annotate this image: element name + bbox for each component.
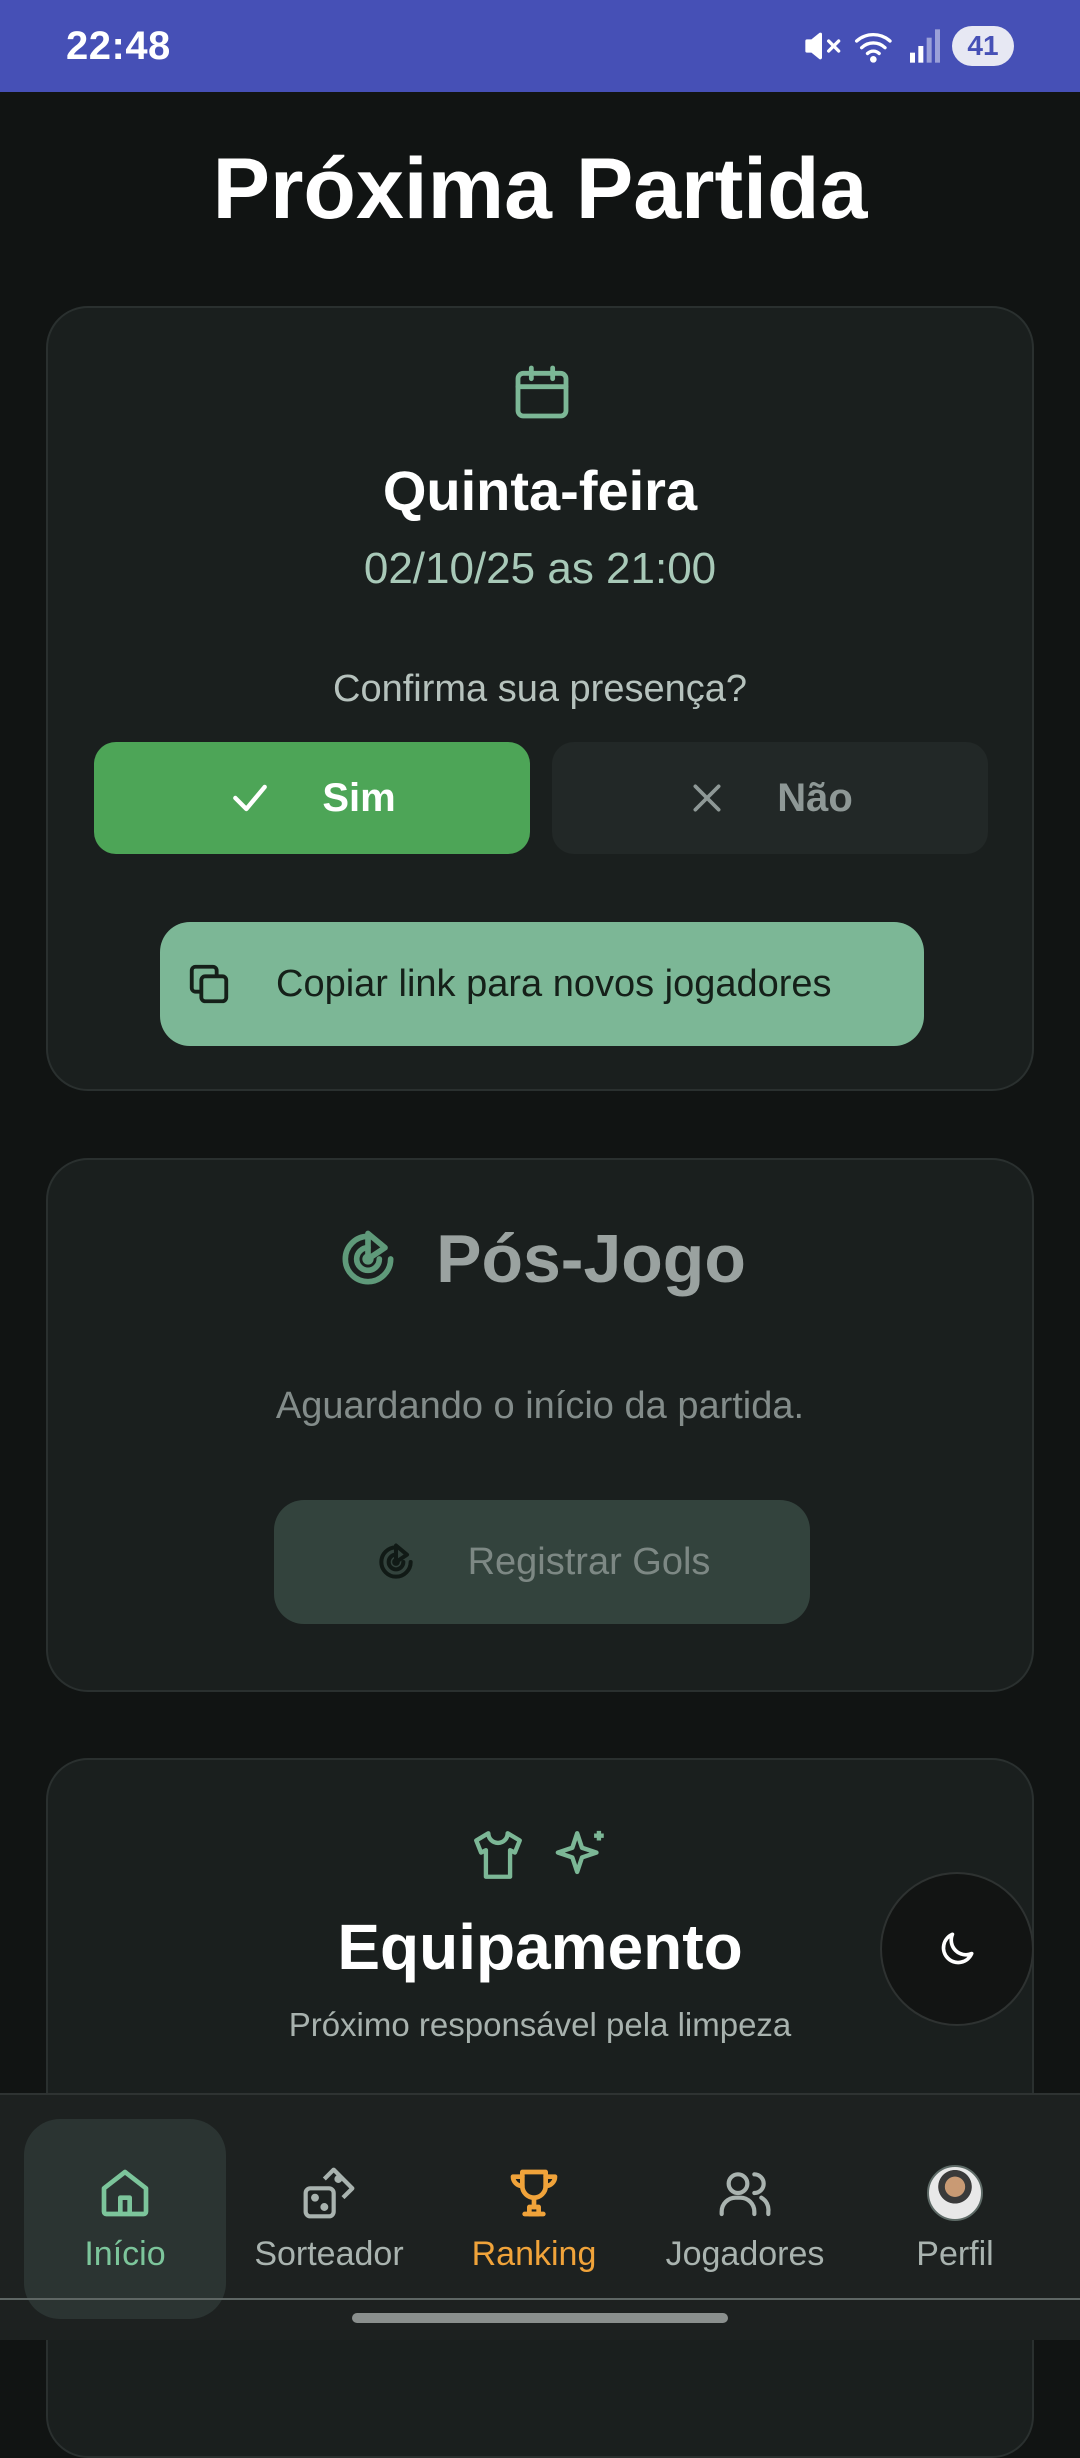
status-time: 22:48: [66, 23, 171, 68]
trophy-icon: [510, 2169, 558, 2216]
postgame-header: Pós-Jogo: [48, 1220, 1032, 1298]
status-icons: 41: [802, 26, 1014, 66]
goal-target-icon: [342, 1230, 394, 1285]
nav-label-ranking: Ranking: [471, 2234, 597, 2273]
signal-icon: [910, 29, 940, 63]
equipment-icons: [48, 1826, 1032, 1884]
home-icon: [101, 2169, 149, 2216]
battery-indicator: 41: [952, 26, 1014, 66]
avatar: [927, 2164, 983, 2221]
confirm-yes-button[interactable]: Sim: [94, 742, 530, 854]
nav-item-sorteador[interactable]: Sorteador: [236, 2119, 422, 2319]
close-icon: [693, 784, 721, 812]
nav-label-perfil: Perfil: [916, 2234, 994, 2273]
nav-label-inicio: Início: [84, 2234, 166, 2273]
presence-question: Confirma sua presença?: [333, 668, 747, 710]
calendar-icon: [515, 365, 569, 419]
sparkles-icon: [555, 1830, 604, 1875]
goal-target-icon: [378, 1543, 413, 1579]
equipment-subtitle: Próximo responsável pela limpeza: [288, 2006, 792, 2043]
shirt-icon: [474, 1831, 522, 1879]
users-icon: [719, 2171, 771, 2216]
nav-divider: [0, 2298, 1080, 2300]
page-title: Próxima Partida: [212, 141, 868, 237]
nav-item-inicio[interactable]: Início: [24, 2119, 226, 2319]
next-match-card: Quinta-feira 02/10/25 as 21:00 Confirma …: [46, 306, 1034, 1091]
copy-icon: [189, 964, 229, 1004]
match-day: Quinta-feira: [382, 459, 698, 522]
nav-item-perfil[interactable]: Perfil: [872, 2119, 1038, 2319]
home-indicator[interactable]: [352, 2313, 728, 2323]
copy-link-button[interactable]: Copiar link para novos jogadores: [160, 922, 924, 1046]
copy-link-label: Copiar link para novos jogadores: [276, 962, 832, 1005]
mute-icon: [805, 32, 841, 60]
bottom-nav: Início Sorteador Ranking Jogadores Perfi…: [0, 2093, 1080, 2340]
postgame-card: Pós-Jogo Aguardando o início da partida.…: [46, 1158, 1034, 1692]
theme-toggle-button[interactable]: [880, 1872, 1034, 2026]
status-bar: 22:48 41: [0, 0, 1080, 92]
postgame-title: Pós-Jogo: [436, 1221, 746, 1297]
register-goals-button[interactable]: Registrar Gols: [274, 1500, 810, 1624]
nav-label-jogadores: Jogadores: [665, 2234, 825, 2273]
waiting-text: Aguardando o início da partida.: [275, 1385, 805, 1427]
confirm-no-button[interactable]: Não: [552, 742, 988, 854]
register-goals-label: Registrar Gols: [467, 1540, 711, 1583]
check-icon: [233, 784, 268, 812]
dice-icon: [303, 2167, 355, 2218]
yes-label: Sim: [322, 775, 396, 820]
nav-item-ranking[interactable]: Ranking: [440, 2119, 628, 2319]
wifi-icon: [855, 33, 892, 63]
nav-item-jogadores[interactable]: Jogadores: [648, 2119, 842, 2319]
match-datetime: 02/10/25 as 21:00: [363, 544, 717, 593]
nav-label-sorteador: Sorteador: [254, 2234, 404, 2273]
moon-icon: [941, 1932, 974, 1965]
no-label: Não: [777, 775, 853, 820]
